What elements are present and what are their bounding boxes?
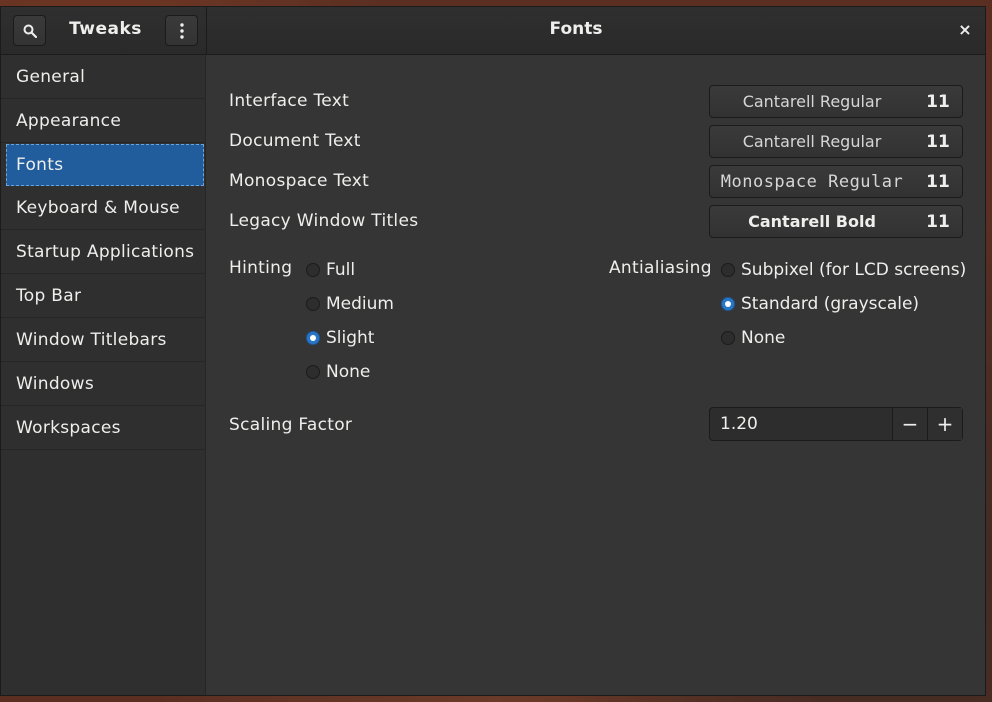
interface-font-button[interactable]: Cantarell Regular 11 — [709, 85, 963, 118]
radio-label: None — [326, 362, 371, 382]
font-size: 11 — [926, 171, 950, 192]
sidebar-item-workspaces[interactable]: Workspaces — [1, 406, 205, 450]
antialiasing-label: Antialiasing — [609, 258, 712, 278]
search-icon — [23, 24, 37, 38]
sidebar-item-label: Fonts — [16, 155, 64, 175]
sidebar-item-label: Windows — [16, 373, 94, 394]
antialiasing-subpixel-radio[interactable]: Subpixel (for LCD screens) — [721, 260, 966, 280]
radio-label: Standard (grayscale) — [741, 294, 920, 314]
hinting-slight-radio[interactable]: Slight — [306, 328, 374, 348]
vertical-dots-icon — [179, 22, 184, 39]
decrease-button[interactable]: − — [892, 408, 927, 440]
sidebar-item-window-titlebars[interactable]: Window Titlebars — [1, 318, 205, 362]
fonts-panel: Interface Text Cantarell Regular 11 Docu… — [207, 55, 985, 695]
monospace-text-label: Monospace Text — [229, 171, 370, 191]
radio-indicator — [721, 263, 735, 277]
antialiasing-none-radio[interactable]: None — [721, 328, 785, 348]
header-bar: Tweaks Fonts × — [1, 7, 985, 55]
monospace-font-button[interactable]: Monospace Regular 11 — [709, 165, 963, 198]
search-button[interactable] — [13, 15, 46, 46]
sidebar-item-label: Appearance — [16, 110, 122, 131]
sidebar-item-appearance[interactable]: Appearance — [1, 99, 205, 143]
radio-indicator — [306, 365, 320, 379]
radio-label: None — [741, 328, 786, 348]
sidebar-item-windows[interactable]: Windows — [1, 362, 205, 406]
close-button[interactable]: × — [955, 19, 975, 39]
document-text-label: Document Text — [229, 131, 361, 151]
font-name: Cantarell Regular — [742, 132, 882, 151]
legacy-titles-font-button[interactable]: Cantarell Bold 11 — [709, 205, 963, 238]
app-title: Tweaks — [69, 19, 142, 39]
hinting-none-radio[interactable]: None — [306, 362, 370, 382]
plus-icon: + — [936, 412, 954, 436]
scaling-factor-spinbutton: 1.20 − + — [709, 407, 963, 441]
sidebar-item-label: Window Titlebars — [16, 329, 167, 350]
scaling-factor-label: Scaling Factor — [229, 415, 353, 435]
hinting-full-radio[interactable]: Full — [306, 260, 355, 280]
sidebar-header: Tweaks — [1, 7, 207, 54]
radio-label: Full — [326, 260, 356, 280]
sidebar-item-fonts[interactable]: Fonts — [6, 144, 204, 186]
interface-text-label: Interface Text — [229, 91, 350, 111]
menu-button[interactable] — [165, 15, 198, 46]
radio-label: Slight — [326, 328, 375, 348]
font-name: Cantarell Regular — [742, 92, 882, 111]
font-size: 11 — [926, 131, 950, 152]
hinting-medium-radio[interactable]: Medium — [306, 294, 394, 314]
hinting-label: Hinting — [229, 258, 293, 278]
sidebar: General Appearance Fonts Keyboard & Mous… — [1, 55, 206, 695]
sidebar-item-label: Workspaces — [16, 417, 121, 438]
page-title: Fonts — [549, 19, 603, 39]
sidebar-item-label: Top Bar — [16, 285, 82, 306]
radio-indicator — [306, 263, 320, 277]
radio-label: Subpixel (for LCD screens) — [741, 260, 967, 280]
radio-indicator — [306, 297, 320, 311]
font-size: 11 — [926, 91, 950, 112]
radio-indicator — [306, 331, 320, 345]
antialiasing-standard-radio[interactable]: Standard (grayscale) — [721, 294, 919, 314]
close-icon: × — [958, 19, 972, 39]
sidebar-item-label: Keyboard & Mouse — [16, 197, 180, 218]
sidebar-item-label: General — [16, 66, 86, 87]
minus-icon: − — [901, 412, 919, 436]
font-name: Cantarell Bold — [748, 212, 876, 231]
scaling-factor-input[interactable]: 1.20 — [710, 414, 892, 434]
sidebar-item-keyboard-mouse[interactable]: Keyboard & Mouse — [1, 186, 205, 230]
radio-indicator — [721, 331, 735, 345]
sidebar-item-startup-applications[interactable]: Startup Applications — [1, 230, 205, 274]
sidebar-item-top-bar[interactable]: Top Bar — [1, 274, 205, 318]
radio-indicator — [721, 297, 735, 311]
font-size: 11 — [926, 211, 950, 232]
increase-button[interactable]: + — [927, 408, 962, 440]
sidebar-item-label: Startup Applications — [16, 241, 195, 262]
radio-label: Medium — [326, 294, 394, 314]
document-font-button[interactable]: Cantarell Regular 11 — [709, 125, 963, 158]
sidebar-item-general[interactable]: General — [1, 55, 205, 99]
legacy-titles-label: Legacy Window Titles — [229, 211, 419, 231]
tweaks-window: Tweaks Fonts × General Appearance Fonts … — [0, 6, 986, 696]
font-name: Monospace Regular — [720, 171, 904, 192]
